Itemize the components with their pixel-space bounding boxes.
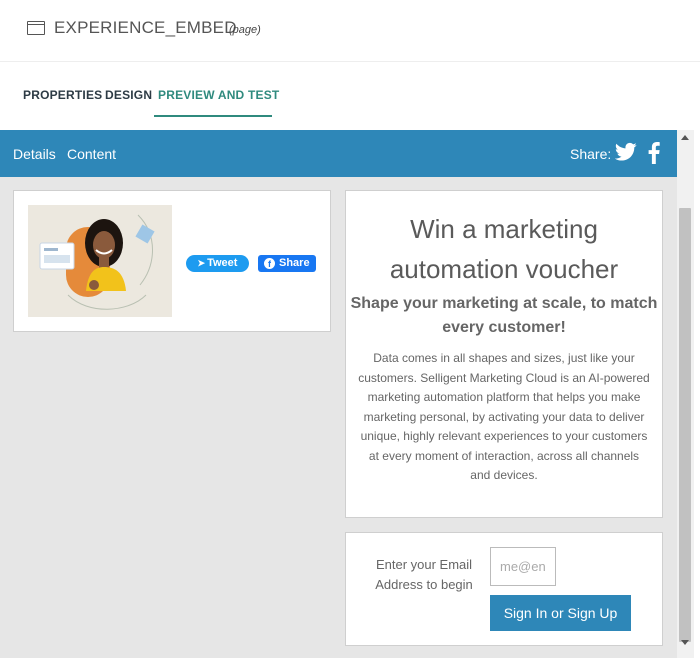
scroll-thumb[interactable] [679,208,691,642]
email-field[interactable] [490,547,556,586]
social-card: ➤ Tweet f Share [13,190,331,332]
email-label: Enter your Email Address to begin [375,557,473,592]
tweet-button[interactable]: ➤ Tweet [186,255,249,272]
facebook-icon[interactable] [648,142,660,164]
facebook-share-label: Share [279,257,310,269]
share-label: Share: [570,146,612,162]
promo-title: Win a marketing automation voucher [389,214,619,284]
twitter-mini-icon: ➤ [197,258,206,268]
scroll-up-arrow-icon[interactable] [681,135,689,140]
promo-subtitle: Shape your marketing at scale, to match … [350,295,658,336]
scroll-down-arrow-icon[interactable] [681,640,689,645]
preview-pane: Details Content Share: ➤ Tweet f Share W… [0,130,700,658]
content-link[interactable]: Content [67,146,116,162]
page-title: EXPERIENCE_EMBED [54,18,237,37]
facebook-share-button[interactable]: f Share [258,255,316,272]
tab-design[interactable]: DESIGN [105,88,152,102]
promo-card: Win a marketing automation voucher Shape… [345,190,663,518]
page-header: EXPERIENCE_EMBED (page) [0,0,700,62]
scrollbar[interactable] [677,130,694,658]
promo-body: Data comes in all shapes and sizes, just… [358,351,650,482]
tab-bar: PROPERTIES DESIGN PREVIEW AND TEST [0,62,700,130]
facebook-mini-icon: f [264,258,275,269]
twitter-icon[interactable] [615,142,637,162]
hero-image [28,205,172,317]
signup-card: Enter your Email Address to begin Sign I… [345,532,663,646]
tab-properties[interactable]: PROPERTIES [23,88,102,102]
sign-in-button[interactable]: Sign In or Sign Up [490,595,631,631]
frame-edge [694,130,700,658]
preview-topbar: Details Content Share: [0,130,677,177]
details-link[interactable]: Details [13,146,56,162]
tab-preview-and-test[interactable]: PREVIEW AND TEST [158,88,279,102]
active-tab-indicator [154,115,272,117]
page-type-label: (page) [229,24,261,36]
tweet-button-label: Tweet [207,257,238,269]
page-icon [27,21,45,35]
